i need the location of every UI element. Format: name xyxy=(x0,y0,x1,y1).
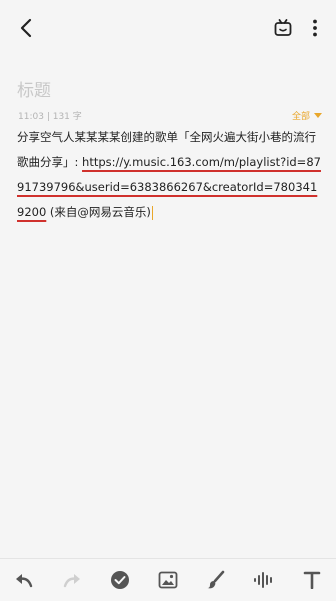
image-icon xyxy=(158,571,178,589)
text-cursor xyxy=(151,205,153,220)
note-time: 11:03 xyxy=(18,112,44,122)
redo-icon xyxy=(63,574,80,588)
checklist-button[interactable] xyxy=(105,565,135,595)
text-format-icon xyxy=(303,571,321,589)
note-meta: 11:03 | 131 字 xyxy=(18,109,82,122)
note-body[interactable]: 分享空气人某某某某创建的歌单「全网火遍大街小巷的流行歌曲分享」: https:/… xyxy=(17,125,323,225)
note-title-input[interactable]: 标题 xyxy=(17,76,51,101)
share-button[interactable] xyxy=(270,15,296,41)
check-icon xyxy=(111,571,129,589)
top-bar xyxy=(0,0,336,56)
bottom-toolbar xyxy=(0,558,336,601)
text-format-button[interactable] xyxy=(297,565,327,595)
audio-icon xyxy=(254,572,272,588)
back-arrow-icon xyxy=(20,18,32,38)
redo-button[interactable] xyxy=(57,565,87,595)
record-audio-button[interactable] xyxy=(249,565,279,595)
folder-label: 全部 xyxy=(291,112,310,122)
word-count: 131 字 xyxy=(52,112,82,122)
undo-button[interactable] xyxy=(9,565,39,595)
meta-separator: | xyxy=(46,112,50,122)
more-icon xyxy=(313,19,317,37)
share-icon xyxy=(274,19,292,36)
note-text-suffix: (来自@网易云音乐) xyxy=(46,205,151,219)
folder-dropdown[interactable]: 全部 xyxy=(292,109,322,122)
doodle-button[interactable] xyxy=(201,565,231,595)
insert-image-button[interactable] xyxy=(153,565,183,595)
back-button[interactable] xyxy=(12,14,40,42)
chevron-down-icon xyxy=(314,113,322,118)
brush-icon xyxy=(207,570,225,589)
undo-icon xyxy=(16,574,33,588)
more-button[interactable] xyxy=(304,15,326,41)
